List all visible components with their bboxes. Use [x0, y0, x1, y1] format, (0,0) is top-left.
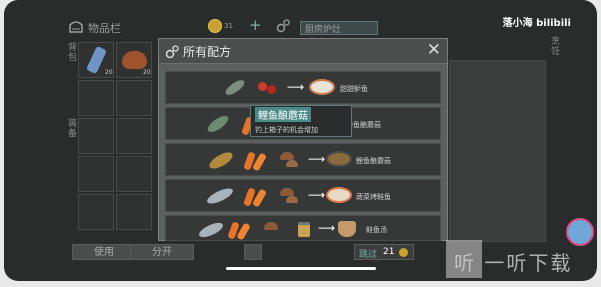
bottle-icon	[86, 45, 107, 75]
slot-count: 20	[143, 69, 151, 76]
tooltip-desc: 钓上箱子的机会增加	[255, 126, 318, 134]
home-indicator[interactable]	[226, 267, 376, 270]
mushroom-icon	[286, 196, 298, 203]
modal-header: 所有配方 ✕	[159, 39, 447, 64]
roast-chicken-icon	[122, 51, 147, 69]
inventory-slot[interactable]	[78, 80, 114, 116]
inventory-slot[interactable]	[78, 156, 114, 192]
watermark: 落小海 bilibili	[502, 18, 571, 29]
recipe-tooltip: 鲤鱼酿蘑菇 钓上箱子的机会增加	[250, 105, 352, 137]
soup-icon	[338, 221, 356, 237]
inventory-icon	[68, 18, 84, 33]
slot-count: 20	[105, 69, 113, 76]
inventory-slot[interactable]: 20	[78, 42, 114, 78]
equipment-side-label: 装备	[66, 118, 76, 138]
inventory-title: 物品栏	[88, 22, 121, 35]
add-icon[interactable]: +	[249, 16, 262, 34]
avatar[interactable]	[566, 218, 594, 246]
inventory-slot[interactable]	[78, 194, 114, 230]
recipe-row[interactable]: ⟶ 甜甜鲈鱼	[165, 71, 441, 104]
recipe-name: 鲤鱼酿蘑菇	[356, 157, 391, 165]
dish-icon	[309, 79, 335, 95]
gear-icon	[276, 18, 290, 33]
tooltip-title: 鲤鱼酿蘑菇	[255, 107, 311, 122]
stove-label: 厨房炉灶	[305, 25, 342, 35]
backpack-side-label: 背包	[66, 42, 76, 62]
skip-count: 21	[383, 247, 395, 257]
jar-icon	[298, 222, 310, 237]
trash-button[interactable]	[244, 244, 262, 260]
recipe-name: 蔬菜烤鲑鱼	[356, 193, 391, 201]
cooking-panel	[449, 60, 546, 242]
skip-button[interactable]: 跳过 21	[354, 244, 414, 260]
fish-icon	[223, 77, 247, 98]
fish-icon	[205, 113, 231, 135]
inventory-slot[interactable]	[116, 118, 152, 154]
recipe-row[interactable]: ⟶ 鲑鱼汤	[165, 215, 441, 241]
dish-icon	[326, 187, 352, 203]
gear-icon	[165, 44, 179, 63]
mushroom-icon	[264, 222, 278, 230]
site-watermark: 听 一听下载	[454, 251, 573, 275]
coin-icon	[208, 19, 222, 33]
arrow-icon: ⟶	[308, 188, 326, 202]
use-button[interactable]: 使用	[72, 244, 136, 260]
recipe-row[interactable]: ⟶ 鲤鱼酿蘑菇	[165, 143, 441, 176]
carp-icon	[206, 149, 236, 172]
arrow-icon: ⟶	[308, 152, 326, 166]
recipe-name: 甜甜鲈鱼	[340, 85, 368, 93]
mushroom-icon	[280, 188, 294, 196]
game-screen: 物品栏 31 + 厨房炉灶 背包 装备 烹饪 20 20 使用 分开 落小海 b…	[4, 0, 597, 281]
skip-label: 跳过	[359, 250, 378, 260]
arrow-icon: ⟶	[318, 221, 336, 235]
berries-icon	[267, 85, 276, 94]
split-button[interactable]: 分开	[130, 244, 194, 260]
cook-side-label: 烹饪	[549, 36, 559, 56]
inventory-slot[interactable]	[78, 118, 114, 154]
coin-icon	[399, 248, 408, 257]
inventory-slot[interactable]	[116, 194, 152, 230]
inventory-slot[interactable]	[116, 156, 152, 192]
arrow-icon: ⟶	[287, 80, 305, 94]
recipes-modal: 所有配方 ✕ ⟶ 甜甜鲈鱼 鲈鱼酿蘑菇 ⟶ 鲤鱼酿蘑菇 ⟶ 蔬菜烤鲑鱼 ⟶ 鲑鱼…	[158, 38, 448, 241]
salmon-icon	[205, 185, 235, 207]
dish-icon	[326, 151, 352, 167]
coin-count: 31	[224, 22, 233, 30]
inventory-slot[interactable]	[116, 80, 152, 116]
salmon-icon	[197, 219, 225, 241]
inventory-slot[interactable]: 20	[116, 42, 152, 78]
close-icon[interactable]: ✕	[427, 41, 441, 59]
recipe-name: 鲑鱼汤	[366, 226, 387, 234]
stove-tab[interactable]: 厨房炉灶	[300, 21, 378, 35]
mushroom-icon	[280, 152, 294, 160]
berries-icon	[258, 82, 267, 91]
recipe-row[interactable]: ⟶ 蔬菜烤鲑鱼	[165, 179, 441, 212]
modal-title: 所有配方	[183, 45, 232, 59]
mushroom-icon	[286, 160, 298, 167]
